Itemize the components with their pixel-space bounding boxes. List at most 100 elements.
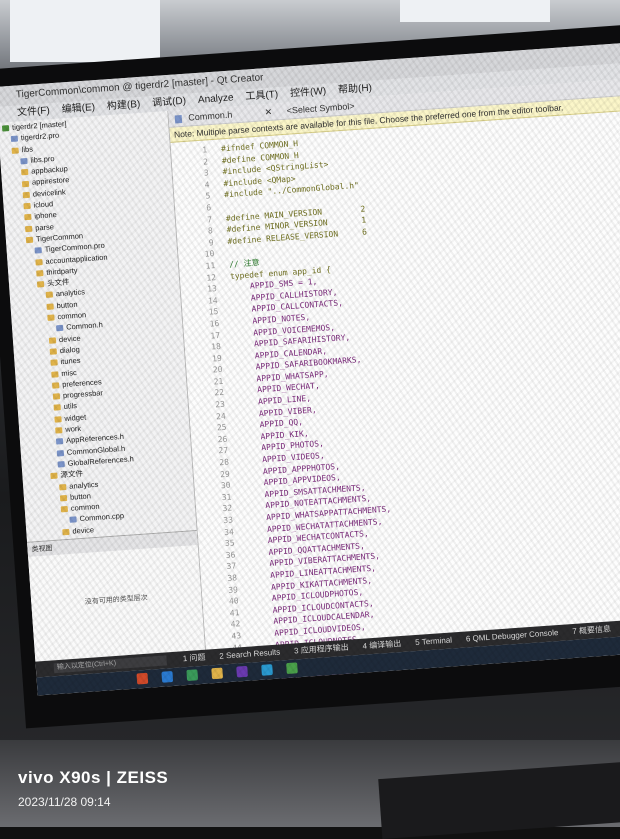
code-text: // 注意 [228,257,260,270]
menu-item[interactable]: 帮助(H) [338,83,373,96]
app-icon[interactable] [236,665,248,678]
file-icon [69,516,77,524]
tree-item-label: libs.pro [30,153,55,165]
file-icon [56,325,64,332]
app-icon[interactable] [286,662,298,675]
tree-item-label: icloud [33,199,54,210]
ceiling-light [400,0,550,22]
browser-icon[interactable] [161,671,174,683]
tree-item-label: 源文件 [60,469,84,480]
file-tab[interactable]: Common.h [188,110,233,123]
folder-icon [36,269,44,277]
folder-icon [55,427,63,434]
monitor: TigerCommon\common @ tigerdr2 [master] -… [0,21,620,729]
code-area[interactable]: 1 #ifndef COMMON_H 2 #define COMMON_H 3 #incl… [171,109,620,696]
output-pane-tab[interactable]: 2 Search Results [219,647,280,660]
symbol-selector[interactable]: <Select Symbol> [286,101,355,116]
camera-watermark-datetime: 2023/11/28 09:14 [18,795,111,809]
tree-item-label: thirdparty [45,265,78,277]
file-icon [57,460,65,468]
folder-icon [23,202,31,210]
menu-item[interactable]: 文件(F) [17,105,50,118]
file-icon [55,438,64,445]
file-icon [34,247,42,254]
output-pane-tab[interactable]: 4 编译输出 [362,639,401,651]
class-view-pane: 类视图 没有可用的类型层次 [27,530,206,663]
tree-item-label: button [69,491,92,502]
app-icon[interactable] [186,669,199,682]
app-icon[interactable] [136,672,149,685]
close-icon[interactable]: ✕ [264,107,272,118]
project-icon [1,125,10,132]
folder-icon [24,225,33,232]
folder-icon [24,214,32,221]
folder-icon[interactable] [211,667,224,680]
tree-item-label: widget [64,412,87,423]
file-icon [20,157,28,165]
folder-icon [11,147,19,154]
folder-icon [21,169,29,176]
menu-item[interactable]: 工具(T) [245,89,278,102]
folder-icon [36,281,45,288]
project-tree: tigerdr2 [master] tigerdr2.pro libs libs.pr… [0,111,200,596]
folder-icon [48,337,57,344]
output-pane-tab[interactable]: 5 Terminal [415,635,452,647]
folder-icon [45,291,54,299]
menu-item[interactable]: Analyze [198,92,234,105]
tree-item-label: tigerdr2.pro [20,130,60,143]
tree-item-label: utils [63,401,78,412]
tree-item-label: itunes [60,355,81,367]
tree-item-label: devicelink [32,187,66,199]
tree-item-label: iphone [34,210,58,221]
tree-item-label: parse [34,221,55,233]
tree-item-label: common [70,501,100,513]
tree-item-label: Common.h [65,320,104,332]
folder-icon [46,303,54,310]
folder-icon [54,415,62,423]
folder-icon [59,483,67,490]
folder-icon [53,404,61,412]
camera-watermark-brand: vivo X90s | ZEISS [18,768,169,787]
folder-icon [59,494,68,502]
code-text: APPID_KEYNOTE, [260,693,347,695]
tree-item-label: Common.cpp [79,511,125,524]
file-icon [56,449,65,457]
folder-icon [47,314,55,321]
tree-item-label: device [72,524,95,536]
screen: TigerCommon\common @ tigerdr2 [master] -… [0,40,620,696]
folder-icon [35,258,43,266]
app-icon[interactable] [261,664,273,676]
class-view-message: 没有可用的类型层次 [84,594,148,606]
output-pane-tab[interactable]: 1 问题 [182,653,205,664]
folder-icon [49,348,58,355]
tree-item-label: button [56,299,78,310]
folder-icon [25,236,34,244]
output-pane-tab[interactable]: 7 概要信息 [572,624,611,636]
menu-item[interactable]: 构建(B) [107,99,141,112]
output-pane-tab[interactable]: 3 应用程序输出 [294,643,349,656]
folder-icon [62,528,70,536]
folder-icon [50,472,58,480]
folder-icon [21,180,30,187]
folder-icon [60,506,69,513]
tree-item-label: progressbar [62,388,104,401]
menu-item[interactable]: 调试(D) [152,96,187,109]
folder-icon [50,359,58,367]
tree-item-label: libs [21,144,34,154]
tree-item-label: analytics [55,287,86,299]
file-icon [174,114,183,124]
tree-item-label: misc [61,367,78,378]
tree-item-label: common [57,310,87,322]
code-text: APPID_ICLOUDDRIVE, [258,680,366,696]
folder-icon [51,382,60,389]
code-editor[interactable]: Common.h ✕ <Select Symbol> Note: Multipl… [168,76,620,695]
tree-item-label: work [64,423,82,434]
file-icon [10,135,19,143]
folder-icon [22,191,31,199]
folder-icon [51,370,59,378]
menu-item[interactable]: 编辑(E) [61,102,95,115]
menu-item[interactable]: 控件(W) [290,86,327,99]
folder-icon [52,393,61,400]
tree-item-label: 头文件 [46,277,70,288]
